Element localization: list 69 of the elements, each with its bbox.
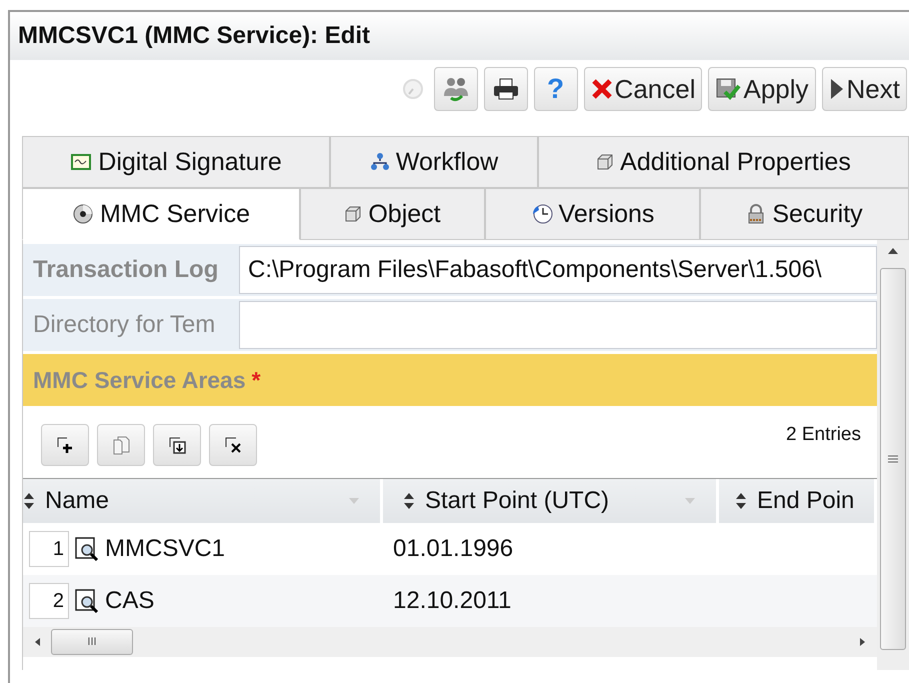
tab[interactable]: Workflow (330, 136, 538, 188)
copy-icon (111, 434, 131, 456)
apply-button[interactable]: Apply (708, 67, 816, 111)
section-title: MMC Service Areas (33, 366, 246, 394)
clock-icon (530, 203, 553, 225)
cancel-button[interactable]: Cancel (584, 67, 702, 111)
help-button[interactable]: ? (534, 67, 578, 111)
dropdown-icon (348, 497, 360, 505)
row-number: 1 (29, 531, 69, 567)
magnifier-icon[interactable] (75, 537, 99, 561)
users-icon (442, 76, 470, 102)
add-icon (55, 435, 75, 455)
sort-icon (23, 491, 35, 511)
insert-button[interactable] (153, 424, 201, 466)
tab[interactable]: Security (700, 188, 909, 240)
table-cell: 01.01.1996 (393, 535, 514, 563)
scroll-thumb[interactable]: III (51, 629, 133, 655)
tab[interactable]: MMC Service (22, 188, 300, 240)
column-header[interactable]: Start Point (UTC) (383, 479, 719, 523)
table-cell: 12.10.2011 (393, 587, 512, 615)
users-button[interactable] (434, 67, 478, 111)
print-button[interactable] (484, 67, 528, 111)
horizontal-scrollbar[interactable]: III (23, 627, 877, 657)
scroll-up-icon[interactable] (887, 246, 899, 256)
cube-icon (596, 153, 614, 171)
remove-icon (223, 435, 243, 455)
table-cell: CAS (105, 587, 154, 615)
printer-icon (492, 77, 520, 101)
scroll-thumb[interactable] (880, 268, 906, 650)
close-icon (590, 78, 613, 100)
vertical-scrollbar[interactable] (877, 240, 909, 670)
play-icon (828, 77, 845, 101)
sort-icon (735, 491, 747, 511)
add-button[interactable] (41, 424, 89, 466)
column-header[interactable]: Name (23, 479, 383, 523)
remove-button[interactable] (209, 424, 257, 466)
required-mark: * (252, 366, 261, 394)
column-title: Start Point (UTC) (425, 487, 610, 515)
field-label: Transaction Log (32, 256, 220, 284)
window-title: MMCSVC1 (MMC Service): Edit (18, 22, 370, 50)
cube-icon (344, 205, 362, 223)
scroll-right-icon[interactable] (857, 637, 867, 647)
tab[interactable]: Digital Signature (22, 136, 330, 188)
insert-icon (167, 435, 187, 455)
sort-icon (403, 491, 415, 511)
column-title: End Poin (757, 487, 854, 515)
field-label: Directory for Tem (32, 311, 216, 339)
column-title: Name (45, 487, 110, 515)
field-value: C:\Program Files\Fabasoft\Components\Server\1.506\ (248, 256, 822, 284)
lock-icon (746, 204, 766, 224)
tab[interactable]: Object (300, 188, 485, 240)
certificate-icon (70, 153, 92, 171)
table-cell: MMCSVC1 (105, 535, 226, 563)
disc-icon (72, 203, 94, 225)
row-number: 2 (29, 583, 69, 619)
save-check-icon (715, 77, 742, 101)
grip-icon (888, 454, 898, 464)
scroll-left-icon[interactable] (33, 637, 43, 647)
workflow-icon (370, 152, 390, 172)
magnifier-icon[interactable] (75, 589, 99, 613)
loading-icon (402, 78, 424, 100)
tab[interactable]: Additional Properties (538, 136, 909, 188)
text-field[interactable]: C:\Program Files\Fabasoft\Components\Server\1.506\ (239, 246, 877, 294)
copy-button[interactable] (97, 424, 145, 466)
tab[interactable]: Versions (485, 188, 700, 240)
dropdown-icon (684, 497, 696, 505)
next-button[interactable]: Next (822, 67, 907, 111)
entries-count: 2 Entries (786, 424, 861, 446)
text-field[interactable] (239, 301, 877, 349)
